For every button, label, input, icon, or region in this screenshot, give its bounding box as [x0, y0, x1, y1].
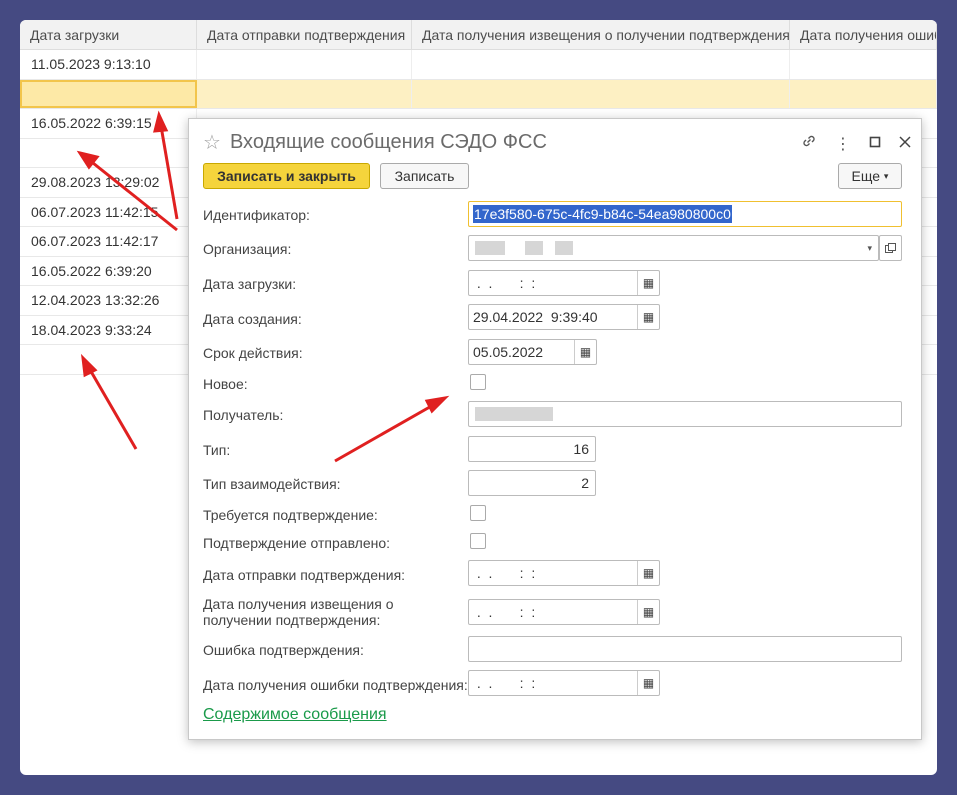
column-header[interactable]: Дата получения ошибки — [790, 20, 937, 49]
load-date-field[interactable]: . . : : ▦ — [468, 270, 660, 296]
chevron-down-icon: ▾ — [883, 170, 889, 181]
send-date-field[interactable]: . . : : ▦ — [468, 560, 660, 586]
dropdown-icon[interactable]: ▾ — [867, 243, 872, 254]
notice-date-label-2: получении подтверждения: — [203, 612, 381, 628]
redacted-block — [475, 407, 553, 421]
valid-until-label: Срок действия: — [203, 345, 303, 361]
new-label: Новое: — [203, 376, 248, 392]
type-label: Тип: — [203, 442, 231, 458]
id-value: 17e3f580-675c-4fc9-b84c-54ea980800c0 — [473, 205, 732, 223]
table-cell: 18.04.2023 9:33:24 — [20, 315, 197, 344]
send-date-value: . . : : — [473, 565, 536, 581]
confirmation-sent-checkbox[interactable] — [470, 533, 486, 549]
close-icon[interactable] — [899, 135, 911, 153]
send-date-label: Дата отправки подтверждения: — [203, 567, 406, 583]
notice-date-field[interactable]: . . : : ▦ — [468, 599, 660, 625]
table-header: Дата загрузки Дата отправки подтверждени… — [20, 20, 937, 50]
dialog-title-text: Входящие сообщения СЭДО ФСС — [229, 131, 547, 153]
dialog-title: ☆ Входящие сообщения СЭДО ФСС — [203, 130, 547, 155]
error-date-label: Дата получения ошибки подтверждения: — [203, 677, 468, 693]
table-row[interactable]: 11.05.2023 9:13:10 — [20, 50, 937, 80]
recipient-label: Получатель: — [203, 407, 284, 423]
table-cell — [20, 345, 197, 374]
open-icon[interactable] — [879, 235, 902, 261]
interaction-type-label: Тип взаимодействия: — [203, 476, 341, 492]
error-date-value: . . : : — [473, 675, 536, 691]
table-cell: 16.05.2022 6:39:20 — [20, 256, 197, 285]
load-date-label: Дата загрузки: — [203, 276, 297, 292]
redacted-block — [475, 241, 505, 255]
column-header[interactable]: Дата отправки подтверждения — [197, 20, 412, 49]
created-date-label: Дата создания: — [203, 311, 302, 327]
organization-label: Организация: — [203, 241, 292, 257]
calendar-icon[interactable]: ▦ — [637, 271, 659, 295]
message-dialog: ☆ Входящие сообщения СЭДО ФСС ⋮ Записать… — [188, 118, 922, 740]
notice-date-value: . . : : — [473, 604, 536, 620]
confirmation-required-checkbox[interactable] — [470, 505, 486, 521]
table-cell: 16.05.2022 6:39:15 — [20, 109, 197, 138]
column-header[interactable]: Дата получения извещения о получении под… — [412, 20, 790, 49]
save-button[interactable]: Записать — [380, 163, 469, 189]
error-field[interactable] — [468, 636, 902, 662]
table-cell: 12.04.2023 13:32:26 — [20, 286, 197, 315]
organization-field[interactable]: ▾ — [468, 235, 879, 261]
table-cell — [20, 79, 197, 108]
confirmation-sent-label: Подтверждение отправлено: — [203, 535, 391, 551]
id-field[interactable]: 17e3f580-675c-4fc9-b84c-54ea980800c0 — [468, 201, 902, 227]
created-date-value: 29.04.2022 9:39:40 — [473, 309, 598, 325]
type-field[interactable]: 16 — [468, 436, 596, 462]
more-button[interactable]: Еще ▾ — [838, 163, 902, 189]
redacted-block — [525, 241, 543, 255]
calendar-icon[interactable]: ▦ — [574, 340, 596, 364]
maximize-icon[interactable] — [869, 135, 881, 153]
table-cell — [20, 138, 197, 167]
table-cell: 06.07.2023 11:42:17 — [20, 227, 197, 256]
calendar-icon[interactable]: ▦ — [637, 561, 659, 585]
new-checkbox[interactable] — [470, 374, 486, 390]
calendar-icon[interactable]: ▦ — [637, 305, 659, 329]
more-button-label: Еще — [851, 168, 881, 184]
message-content-link[interactable]: Содержимое сообщения — [203, 706, 387, 724]
table-cell: 29.08.2023 13:29:02 — [20, 168, 197, 197]
app-window: Дата загрузки Дата отправки подтверждени… — [20, 20, 937, 775]
column-header[interactable]: Дата загрузки — [20, 20, 197, 49]
window-controls: ⋮ — [801, 133, 911, 154]
annotation-arrow — [87, 367, 138, 450]
interaction-type-field[interactable]: 2 — [468, 470, 596, 496]
table-row-selected[interactable] — [20, 79, 937, 109]
load-date-value: . . : : — [473, 275, 536, 291]
error-label: Ошибка подтверждения: — [203, 642, 364, 658]
redacted-block — [555, 241, 573, 255]
id-label: Идентификатор: — [203, 207, 310, 223]
error-date-field[interactable]: . . : : ▦ — [468, 670, 660, 696]
calendar-icon[interactable]: ▦ — [637, 671, 659, 695]
table-cell: 11.05.2023 9:13:10 — [20, 50, 197, 79]
save-and-close-button[interactable]: Записать и закрыть — [203, 163, 370, 189]
calendar-icon[interactable]: ▦ — [637, 600, 659, 624]
table-cell: 06.07.2023 11:42:15 — [20, 197, 197, 226]
created-date-field[interactable]: 29.04.2022 9:39:40 ▦ — [468, 304, 660, 330]
valid-until-value: 05.05.2022 — [473, 344, 544, 360]
link-icon[interactable] — [801, 133, 817, 154]
confirmation-required-label: Требуется подтверждение: — [203, 507, 378, 523]
star-icon[interactable]: ☆ — [203, 130, 221, 155]
more-vertical-icon[interactable]: ⋮ — [835, 134, 851, 154]
valid-until-field[interactable]: 05.05.2022 ▦ — [468, 339, 597, 365]
notice-date-label-1: Дата получения извещения о — [203, 596, 394, 612]
recipient-field[interactable] — [468, 401, 902, 427]
